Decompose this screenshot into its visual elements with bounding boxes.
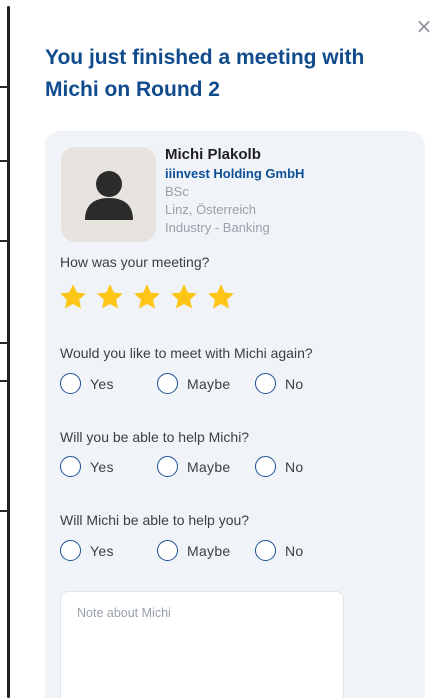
star-rating[interactable]	[58, 282, 236, 312]
radio-yes[interactable]: Yes	[60, 456, 114, 477]
radio-circle[interactable]	[255, 373, 276, 394]
star-icon[interactable]	[169, 282, 199, 312]
note-input[interactable]	[60, 591, 344, 698]
star-icon[interactable]	[58, 282, 88, 312]
radio-label: No	[285, 458, 304, 475]
radio-label: Maybe	[187, 458, 231, 475]
user-icon	[84, 170, 133, 220]
radio-circle[interactable]	[60, 373, 81, 394]
radio-label: Yes	[90, 458, 114, 475]
radio-label: Maybe	[187, 375, 231, 392]
dialog-title: You just finished a meeting with Michi o…	[45, 46, 365, 101]
radio-yes[interactable]: Yes	[60, 540, 114, 561]
feedback-card: Michi Plakolb iiinvest Holding GmbH BSc …	[45, 131, 425, 698]
radio-circle[interactable]	[255, 540, 276, 561]
person-info: Michi Plakolb iiinvest Holding GmbH BSc …	[165, 145, 304, 237]
question-help-you: Will Michi be able to help you?	[60, 512, 250, 528]
star-icon[interactable]	[206, 282, 236, 312]
avatar	[61, 147, 156, 242]
radio-circle[interactable]	[255, 456, 276, 477]
person-company[interactable]: iiinvest Holding GmbH	[165, 165, 304, 183]
rating-question: How was your meeting?	[60, 254, 210, 270]
star-icon[interactable]	[132, 282, 162, 312]
radio-no[interactable]: No	[255, 540, 304, 561]
person-name: Michi Plakolb	[165, 146, 261, 163]
radio-circle[interactable]	[157, 456, 178, 477]
radio-label: Maybe	[187, 542, 231, 559]
radio-label: No	[285, 375, 304, 392]
radio-maybe[interactable]: Maybe	[157, 540, 231, 561]
radio-circle[interactable]	[157, 540, 178, 561]
radio-circle[interactable]	[60, 456, 81, 477]
radio-maybe[interactable]: Maybe	[157, 373, 231, 394]
radio-label: Yes	[90, 542, 114, 559]
radio-circle[interactable]	[60, 540, 81, 561]
radio-no[interactable]: No	[255, 373, 304, 394]
person-industry: Industry - Banking	[165, 220, 270, 235]
close-icon[interactable]: ×	[413, 15, 435, 37]
radio-maybe[interactable]: Maybe	[157, 456, 231, 477]
radio-circle[interactable]	[157, 373, 178, 394]
background-window-edge	[0, 0, 10, 698]
question-meet-again: Would you like to meet with Michi again?	[60, 345, 313, 361]
star-icon[interactable]	[95, 282, 125, 312]
question-help-them: Will you be able to help Michi?	[60, 429, 250, 445]
radio-label: No	[285, 542, 304, 559]
radio-yes[interactable]: Yes	[60, 373, 114, 394]
person-location: Linz, Österreich	[165, 202, 257, 217]
person-degree: BSc	[165, 184, 189, 199]
radio-label: Yes	[90, 375, 114, 392]
radio-no[interactable]: No	[255, 456, 304, 477]
